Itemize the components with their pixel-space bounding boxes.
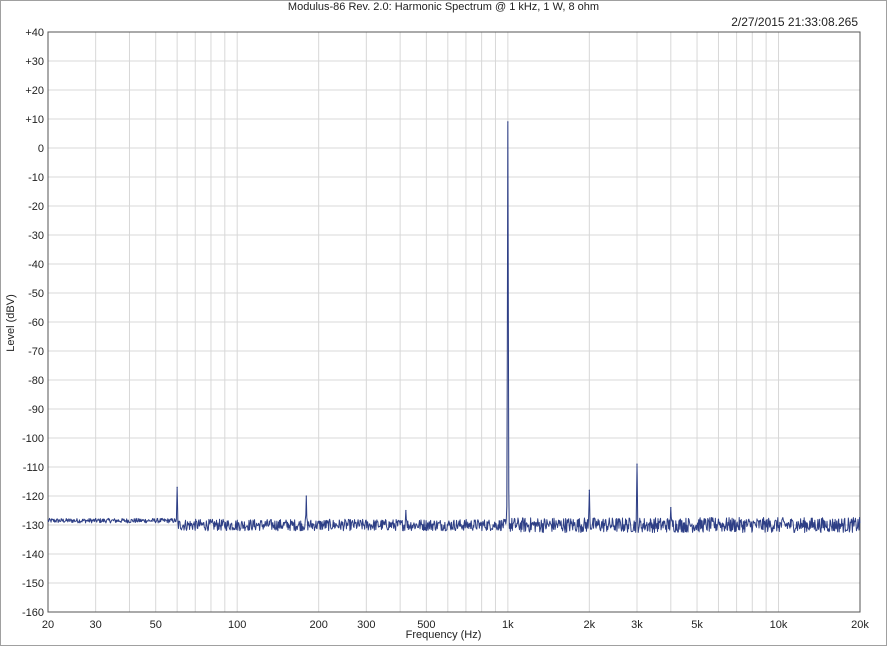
y-tick-label: -80 <box>28 375 44 387</box>
y-tick-label: -90 <box>28 404 44 416</box>
x-tick-label: 5k <box>691 619 703 631</box>
harmonic-peak-point <box>717 518 720 520</box>
y-tick-label: -60 <box>28 317 44 329</box>
harmonic-peak-point <box>670 507 672 509</box>
y-tick-label: -140 <box>22 549 44 561</box>
x-tick-label: 2k <box>584 619 596 631</box>
x-tick-label: 3k <box>631 619 643 631</box>
y-tick-label: +10 <box>25 114 44 126</box>
y-tick-label: -70 <box>28 346 44 358</box>
y-tick-label: +40 <box>25 27 44 39</box>
x-tick-label: 300 <box>357 619 375 631</box>
x-tick-label: 30 <box>90 619 102 631</box>
spectrum-chart: +40 +30 +20 +10 0 -10 -20 -30 -40 -50 -60 -70 -80 -90… <box>22 27 869 631</box>
y-tick-label: -120 <box>22 491 44 503</box>
x-tick-label: 50 <box>150 619 162 631</box>
x-tick-label: 20k <box>851 619 869 631</box>
harmonic-peak-point <box>176 486 178 488</box>
y-tick-label: -160 <box>22 607 44 619</box>
harmonic-peak-point <box>588 489 590 491</box>
y-tick-label: -40 <box>28 259 44 271</box>
x-tick-label: 10k <box>770 619 788 631</box>
harmonic-peak-point <box>405 509 407 512</box>
y-tick-label: -30 <box>28 230 44 242</box>
harmonic-peak-point <box>507 121 509 123</box>
x-tick-label: 1k <box>502 619 514 631</box>
y-tick-label: +30 <box>25 56 44 68</box>
x-tick-label: 20 <box>42 619 54 631</box>
y-tick-label: -10 <box>28 172 44 184</box>
harmonic-peak-point <box>305 495 307 497</box>
x-tick-label: 100 <box>228 619 246 631</box>
y-tick-label: -50 <box>28 288 44 300</box>
y-tick-label: -110 <box>23 462 44 474</box>
x-tick-label: 500 <box>417 619 435 631</box>
y-tick-label: -130 <box>22 520 44 532</box>
y-tick-label: -100 <box>22 433 44 445</box>
y-tick-label: -150 <box>22 578 44 590</box>
x-tick-label: 200 <box>309 619 327 631</box>
y-tick-label: 0 <box>38 143 44 155</box>
harmonic-peak-point <box>636 463 638 465</box>
y-tick-label: -20 <box>28 201 44 213</box>
y-tick-label: +20 <box>25 85 44 97</box>
